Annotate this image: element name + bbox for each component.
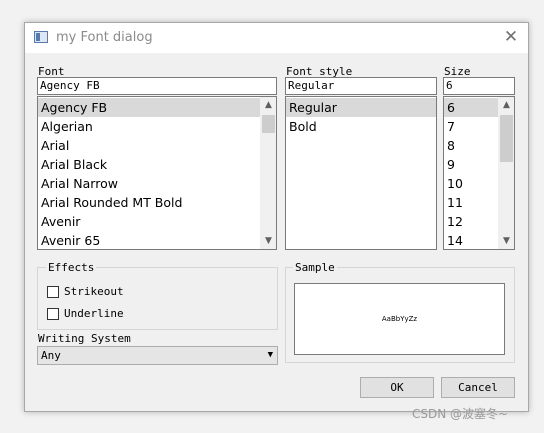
size-list[interactable]: 6 7 8 9 10 11 12 14 ▲ ▼ bbox=[443, 96, 515, 250]
list-item[interactable]: Arial Rounded MT Bold bbox=[38, 193, 260, 212]
list-item[interactable]: 7 bbox=[444, 117, 498, 136]
strikeout-checkbox[interactable]: Strikeout bbox=[47, 285, 167, 301]
sample-preview: AaBbYyZz bbox=[294, 283, 505, 355]
strikeout-label: Strikeout bbox=[64, 285, 124, 298]
list-item[interactable]: Arial bbox=[38, 136, 260, 155]
list-item[interactable]: Arial Narrow bbox=[38, 174, 260, 193]
font-name-field[interactable]: Agency FB bbox=[37, 77, 277, 95]
size-field[interactable]: 6 bbox=[443, 77, 515, 95]
list-item[interactable]: 12 bbox=[444, 212, 498, 231]
checkbox-box[interactable] bbox=[47, 308, 59, 320]
list-item[interactable]: 14 bbox=[444, 231, 498, 249]
writing-system-label: Writing System bbox=[38, 332, 131, 345]
watermark: CSDN @波塞冬~ bbox=[412, 407, 509, 421]
list-item[interactable]: Avenir bbox=[38, 212, 260, 231]
font-list-scrollbar[interactable]: ▲ ▼ bbox=[260, 97, 276, 249]
writing-system-value: Any bbox=[41, 349, 61, 362]
close-icon[interactable]: ✕ bbox=[503, 28, 519, 46]
scroll-up-icon[interactable]: ▲ bbox=[499, 97, 514, 113]
list-item[interactable]: Arial Black bbox=[38, 155, 260, 174]
underline-checkbox[interactable]: Underline bbox=[47, 307, 167, 323]
list-item[interactable]: 8 bbox=[444, 136, 498, 155]
checkbox-box[interactable] bbox=[47, 286, 59, 298]
scroll-down-icon[interactable]: ▼ bbox=[261, 233, 276, 249]
list-item[interactable]: Bold bbox=[286, 117, 436, 136]
list-item[interactable]: Avenir 65 bbox=[38, 231, 260, 249]
effects-title: Effects bbox=[46, 261, 97, 274]
ok-button[interactable]: OK bbox=[360, 377, 434, 398]
list-item[interactable]: 10 bbox=[444, 174, 498, 193]
writing-system-select[interactable]: Any ▼ bbox=[37, 346, 278, 365]
list-item[interactable]: 9 bbox=[444, 155, 498, 174]
title-bar: my Font dialog ✕ bbox=[25, 23, 528, 53]
list-item[interactable]: 11 bbox=[444, 193, 498, 212]
sample-text: AaBbYyZz bbox=[381, 315, 418, 323]
chevron-down-icon[interactable]: ▼ bbox=[268, 347, 273, 364]
app-window-icon bbox=[34, 31, 48, 43]
scrollbar-thumb[interactable] bbox=[262, 115, 275, 133]
font-style-list[interactable]: Regular Bold bbox=[285, 96, 437, 250]
list-item[interactable]: Agency FB bbox=[38, 98, 260, 117]
sample-title: Sample bbox=[293, 261, 337, 274]
font-style-field[interactable]: Regular bbox=[285, 77, 437, 95]
list-item[interactable]: Algerian bbox=[38, 117, 260, 136]
window-title: my Font dialog bbox=[56, 30, 153, 45]
scroll-down-icon[interactable]: ▼ bbox=[499, 233, 514, 249]
cancel-button[interactable]: Cancel bbox=[441, 377, 515, 398]
font-list[interactable]: Agency FB Algerian Arial Arial Black Arial N… bbox=[37, 96, 277, 250]
underline-label: Underline bbox=[64, 307, 124, 320]
list-item[interactable]: Regular bbox=[286, 98, 436, 117]
scrollbar-thumb[interactable] bbox=[500, 115, 513, 162]
list-item[interactable]: 6 bbox=[444, 98, 498, 117]
font-dialog-window: my Font dialog ✕ Font Agency FB Agency F… bbox=[24, 22, 529, 412]
size-list-scrollbar[interactable]: ▲ ▼ bbox=[498, 97, 514, 249]
scroll-up-icon[interactable]: ▲ bbox=[261, 97, 276, 113]
